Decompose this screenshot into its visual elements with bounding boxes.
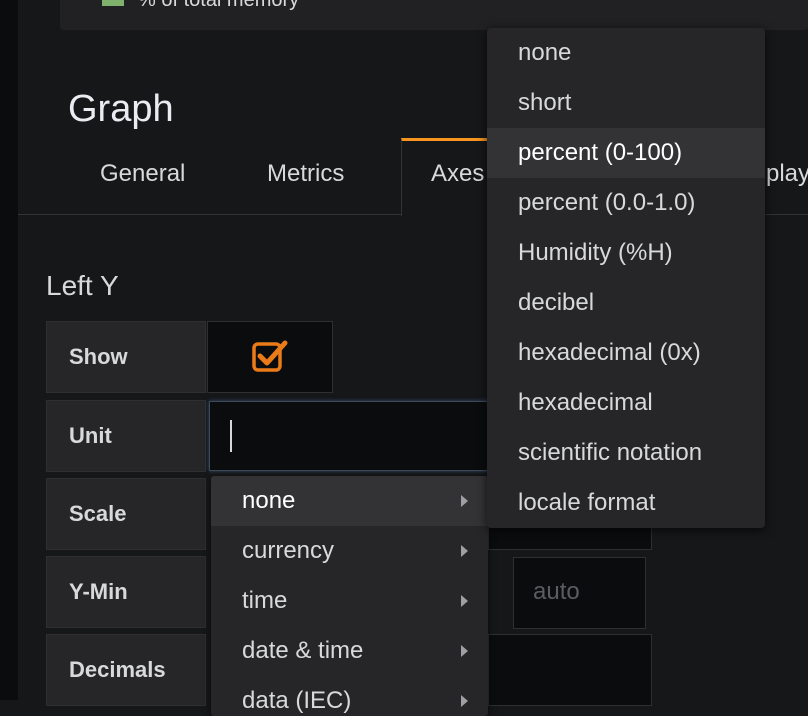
- tab-metrics[interactable]: Metrics: [267, 160, 344, 188]
- unit-option-hexadecimal[interactable]: hexadecimal: [487, 378, 765, 428]
- decimals-label: Decimals: [46, 634, 206, 706]
- chevron-right-icon: [461, 695, 468, 707]
- unit-option-scientific[interactable]: scientific notation: [487, 428, 765, 478]
- unit-option-locale[interactable]: locale format: [487, 478, 765, 528]
- menu-item-none[interactable]: none: [211, 476, 488, 526]
- ymin-label: Y-Min: [46, 556, 206, 628]
- ymin-placeholder: auto: [533, 578, 580, 605]
- chevron-right-icon: [461, 645, 468, 657]
- legend-series-swatch: [102, 0, 124, 6]
- show-label: Show: [46, 321, 206, 393]
- decimals-input[interactable]: [488, 634, 652, 706]
- unit-option-percent-0-1[interactable]: percent (0.0-1.0): [487, 178, 765, 228]
- left-y-section-title: Left Y: [46, 270, 119, 301]
- menu-item-label: date & time: [242, 637, 364, 664]
- chevron-right-icon: [461, 495, 468, 507]
- menu-item-label: currency: [242, 537, 335, 564]
- sidebar-strip: [0, 0, 18, 700]
- menu-item-data-iec[interactable]: data (IEC): [211, 676, 488, 716]
- panel-title: Graph: [68, 88, 174, 130]
- unit-option-percent-0-100[interactable]: percent (0-100): [487, 128, 765, 178]
- menu-item-label: none: [242, 487, 296, 514]
- unit-input[interactable]: [209, 401, 509, 471]
- unit-option-humidity[interactable]: Humidity (%H): [487, 228, 765, 278]
- menu-item-currency[interactable]: currency: [211, 526, 488, 576]
- tab-general[interactable]: General: [100, 160, 185, 188]
- legend-series-label[interactable]: % of total memory: [138, 0, 299, 12]
- menu-item-time[interactable]: time: [211, 576, 488, 626]
- menu-item-label: data (IEC): [242, 687, 352, 714]
- unit-category-menu: none currency time date & time data (IEC…: [211, 476, 488, 716]
- chevron-right-icon: [461, 595, 468, 607]
- unit-option-short[interactable]: short: [487, 78, 765, 128]
- text-cursor: [230, 420, 232, 452]
- unit-option-hexadecimal-0x[interactable]: hexadecimal (0x): [487, 328, 765, 378]
- scale-label: Scale: [46, 478, 206, 550]
- unit-option-none[interactable]: none: [487, 28, 765, 78]
- unit-options-menu: none short percent (0-100) percent (0.0-…: [487, 28, 765, 528]
- unit-option-decibel[interactable]: decibel: [487, 278, 765, 328]
- chevron-right-icon: [461, 545, 468, 557]
- checkbox-checked-icon[interactable]: [251, 337, 289, 375]
- tab-display[interactable]: play: [766, 160, 808, 188]
- tab-axes[interactable]: Axes: [431, 160, 484, 188]
- menu-item-date-time[interactable]: date & time: [211, 626, 488, 676]
- menu-item-label: time: [242, 587, 288, 614]
- unit-label: Unit: [46, 400, 206, 472]
